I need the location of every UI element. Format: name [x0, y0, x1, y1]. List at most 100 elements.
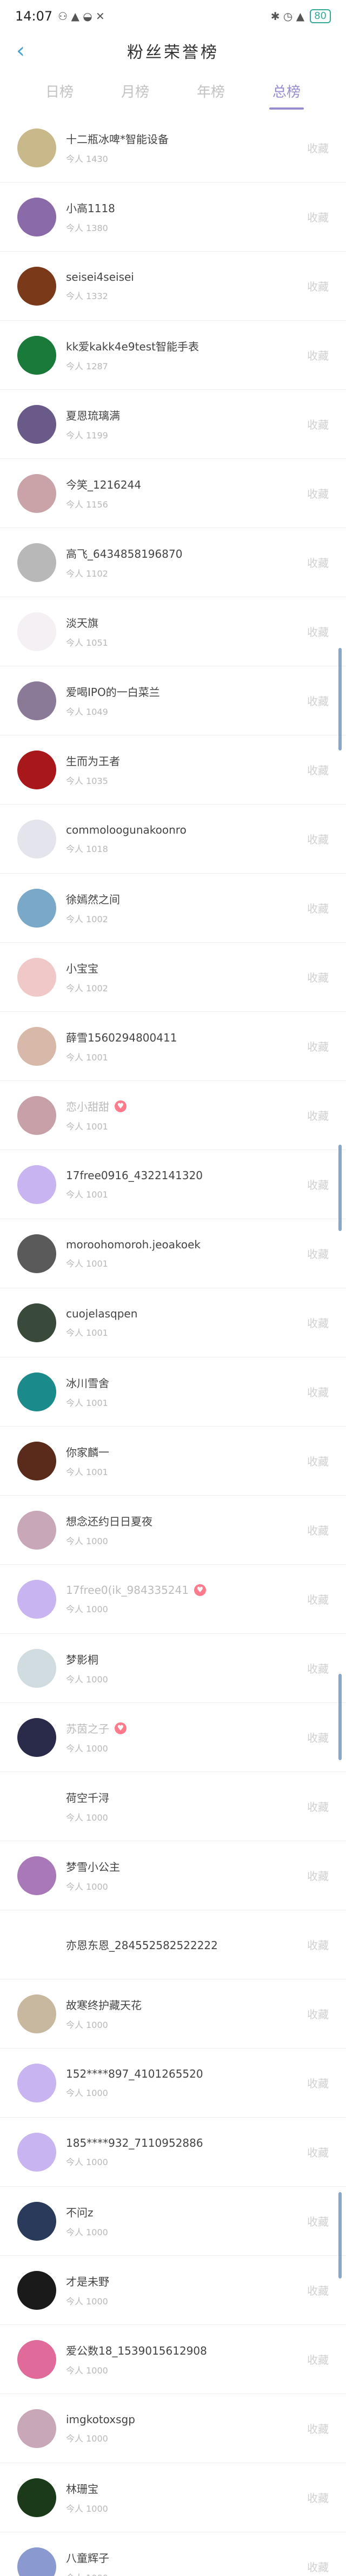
list-item[interactable]: 小宝宝 今人 1002 收藏 [0, 943, 346, 1012]
favorite-button[interactable]: 收藏 [307, 831, 329, 847]
tab-day[interactable]: 日榜 [38, 76, 81, 106]
avatar[interactable] [17, 1303, 56, 1342]
avatar[interactable] [17, 1165, 56, 1204]
list-item[interactable]: 今笑_1216244 今人 1156 收藏 [0, 459, 346, 528]
avatar[interactable] [17, 612, 56, 651]
avatar[interactable] [17, 2409, 56, 2448]
favorite-button[interactable]: 收藏 [307, 2559, 329, 2574]
favorite-button[interactable]: 收藏 [307, 1246, 329, 1261]
list-item[interactable]: 高飞_6434858196870 今人 1102 收藏 [0, 528, 346, 597]
list-item[interactable]: 淡天旗 今人 1051 收藏 [0, 597, 346, 666]
avatar[interactable] [17, 2063, 56, 2102]
list-item[interactable]: 梦雪小公主 今人 1000 收藏 [0, 1841, 346, 1910]
favorite-button[interactable]: 收藏 [307, 1453, 329, 1469]
list-item[interactable]: 故寒终护藏天花 今人 1000 收藏 [0, 1979, 346, 2048]
favorite-button[interactable]: 收藏 [307, 555, 329, 570]
list-item[interactable]: 亦恩东恩_284552582522222 收藏 [0, 1910, 346, 1979]
avatar[interactable] [17, 404, 56, 444]
avatar[interactable] [17, 957, 56, 997]
favorite-button[interactable]: 收藏 [307, 1038, 329, 1054]
favorite-button[interactable]: 收藏 [307, 2351, 329, 2367]
tab-year[interactable]: 年榜 [189, 76, 232, 106]
avatar[interactable] [17, 1026, 56, 1066]
list-item[interactable]: 林珊宝 今人 1000 收藏 [0, 2463, 346, 2532]
list-item[interactable]: 八童辉子今人 1000 收藏 [0, 2532, 346, 2576]
list-item[interactable]: 你家麟一 今人 1001 收藏 [0, 1426, 346, 1496]
avatar[interactable] [17, 128, 56, 167]
avatar[interactable] [17, 1994, 56, 2033]
favorite-button[interactable]: 收藏 [307, 209, 329, 225]
list-item[interactable]: 冰川雪舍 今人 1001 收藏 [0, 1357, 346, 1426]
favorite-button[interactable]: 收藏 [307, 1729, 329, 1745]
list-item[interactable]: commoloogunakoonro 今人 1018 收藏 [0, 804, 346, 874]
favorite-button[interactable]: 收藏 [307, 1937, 329, 1952]
favorite-button[interactable]: 收藏 [307, 1522, 329, 1538]
favorite-button[interactable]: 收藏 [307, 2144, 329, 2160]
avatar[interactable] [17, 1579, 56, 1619]
favorite-button[interactable]: 收藏 [307, 485, 329, 501]
list-item[interactable]: 薛雪1560294800411 今人 1001 收藏 [0, 1012, 346, 1081]
avatar[interactable] [17, 266, 56, 306]
list-item[interactable]: 才是未野 今人 1000 收藏 [0, 2256, 346, 2325]
list-item[interactable]: cuojelasqpen 今人 1001 收藏 [0, 1288, 346, 1357]
favorite-button[interactable]: 收藏 [307, 1799, 329, 1814]
avatar[interactable] [17, 2340, 56, 2379]
list-item[interactable]: seisei4seisei 今人 1332 收藏 [0, 252, 346, 321]
favorite-button[interactable]: 收藏 [307, 1177, 329, 1192]
avatar[interactable] [17, 819, 56, 858]
list-item[interactable]: 生而为王者 今人 1035 收藏 [0, 735, 346, 804]
favorite-button[interactable]: 收藏 [307, 624, 329, 639]
favorite-button[interactable]: 收藏 [307, 416, 329, 432]
list-item[interactable]: 小高1118 今人 1380 收藏 [0, 182, 346, 252]
favorite-button[interactable]: 收藏 [307, 278, 329, 294]
list-item[interactable]: 爱喝IPO的一白菜兰 今人 1049 收藏 [0, 666, 346, 735]
favorite-button[interactable]: 收藏 [307, 1660, 329, 1676]
scrollbar[interactable] [338, 648, 344, 2430]
list-item[interactable]: kk爱kakk4e9test智能手表 今人 1287 收藏 [0, 321, 346, 390]
list-item[interactable]: imgkotoxsgp 今人 1000 收藏 [0, 2394, 346, 2463]
favorite-button[interactable]: 收藏 [307, 2421, 329, 2436]
list-item[interactable]: moroohomoroh.jeoakoek 今人 1001 收藏 [0, 1219, 346, 1288]
favorite-button[interactable]: 收藏 [307, 1384, 329, 1399]
avatar[interactable] [17, 1372, 56, 1411]
favorite-button[interactable]: 收藏 [307, 2282, 329, 2298]
favorite-button[interactable]: 收藏 [307, 347, 329, 363]
list-item[interactable]: 17free0916_4322141320 今人 1001 收藏 [0, 1150, 346, 1219]
favorite-button[interactable]: 收藏 [307, 1868, 329, 1883]
avatar[interactable] [17, 1718, 56, 1757]
avatar[interactable] [17, 2201, 56, 2241]
list-item[interactable]: 夏恩琉璃满 今人 1199 收藏 [0, 390, 346, 459]
avatar[interactable] [17, 2132, 56, 2172]
list-item[interactable]: 不问z 今人 1000 收藏 [0, 2187, 346, 2256]
list-item[interactable]: 十二瓶冰啤*智能设备 今人 1430 收藏 [0, 113, 346, 182]
favorite-button[interactable]: 收藏 [307, 1591, 329, 1607]
list-item[interactable]: 恋小甜甜 ♥ 今人 1001 收藏 [0, 1081, 346, 1150]
favorite-button[interactable]: 收藏 [307, 762, 329, 777]
avatar[interactable] [17, 1096, 56, 1135]
favorite-button[interactable]: 收藏 [307, 2006, 329, 2021]
avatar[interactable] [17, 2478, 56, 2517]
favorite-button[interactable]: 收藏 [307, 1315, 329, 1330]
favorite-button[interactable]: 收藏 [307, 2213, 329, 2229]
avatar[interactable] [17, 197, 56, 236]
list-item[interactable]: 徐嫣然之间 今人 1002 收藏 [0, 874, 346, 943]
list-item[interactable]: 185****932_7110952886 今人 1000 收藏 [0, 2118, 346, 2187]
back-icon[interactable]: ‹ [11, 40, 30, 62]
favorite-button[interactable]: 收藏 [307, 2490, 329, 2505]
list-item[interactable]: 梦影桐 今人 1000 收藏 [0, 1634, 346, 1703]
favorite-button[interactable]: 收藏 [307, 1107, 329, 1123]
list-item[interactable]: 爱公数18_1539015612908 今人 1000 收藏 [0, 2325, 346, 2394]
avatar[interactable] [17, 335, 56, 375]
favorite-button[interactable]: 收藏 [307, 693, 329, 708]
avatar[interactable] [17, 1510, 56, 1550]
tab-month[interactable]: 月榜 [114, 76, 157, 106]
favorite-button[interactable]: 收藏 [307, 969, 329, 985]
avatar[interactable] [17, 1648, 56, 1688]
avatar[interactable] [17, 1787, 56, 1826]
avatar[interactable] [17, 1234, 56, 1273]
favorite-button[interactable]: 收藏 [307, 900, 329, 916]
list-item[interactable]: 152****897_4101265520 今人 1000 收藏 [0, 2048, 346, 2118]
avatar[interactable] [17, 750, 56, 789]
list-item[interactable]: 荷空千浔 今人 1000 收藏 [0, 1772, 346, 1841]
list-item[interactable]: 17free0(ik_984335241 ♥ 今人 1000 收藏 [0, 1565, 346, 1634]
